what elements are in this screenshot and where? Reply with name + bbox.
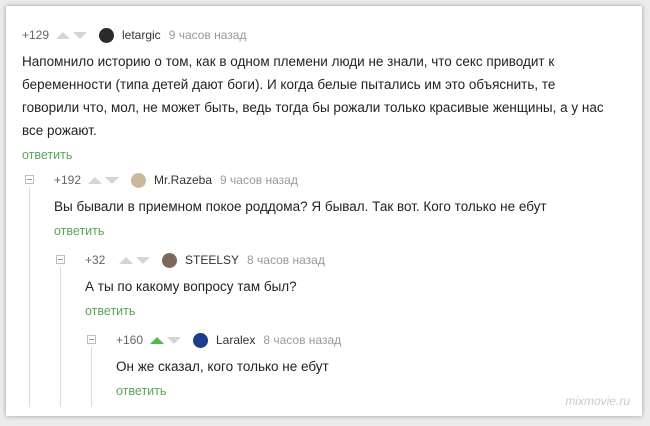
comment-text: Напомнило историю о том, как в одном пле… [22, 50, 604, 142]
username[interactable]: Laralex [216, 333, 255, 347]
comment-text-line: беременности (типа детей дают боги). И к… [22, 77, 556, 92]
reply-link[interactable]: ответить [22, 148, 604, 162]
thread-line [29, 187, 30, 407]
comment-4: +160 Laralex 8 часов назад Он же сказал,… [116, 331, 341, 398]
username[interactable]: letargic [122, 28, 161, 42]
upvote-icon[interactable] [56, 31, 70, 39]
comment-text: А ты по какому вопросу там был? [85, 279, 297, 294]
reply-link[interactable]: ответить [85, 304, 325, 318]
timestamp: 8 часов назад [263, 333, 342, 347]
downvote-icon[interactable] [105, 176, 119, 184]
collapse-toggle-icon[interactable] [87, 335, 96, 344]
thread-line [91, 347, 92, 407]
comment-3: +32 STEELSY 8 часов назад А ты по какому… [85, 251, 325, 318]
watermark: mixmovie.ru [565, 394, 630, 408]
reply-link[interactable]: ответить [116, 384, 341, 398]
rating: +160 [116, 333, 144, 347]
upvote-icon[interactable] [150, 336, 164, 344]
rating: +192 [54, 173, 82, 187]
thread-line [60, 267, 61, 407]
upvote-icon[interactable] [119, 256, 133, 264]
timestamp: 8 часов назад [247, 253, 325, 267]
comment-1: +129 letargic 9 часов назад Напомнило ис… [22, 26, 604, 162]
comments-card: +129 letargic 9 часов назад Напомнило ис… [6, 6, 642, 416]
collapse-toggle-icon[interactable] [56, 255, 65, 264]
vote-controls [119, 256, 150, 264]
vote-controls [150, 336, 181, 344]
comment-text: Вы бывали в приемном покое роддома? Я бы… [54, 199, 547, 214]
avatar[interactable] [131, 172, 146, 188]
comment-meta: +32 STEELSY 8 часов назад [85, 251, 325, 269]
username[interactable]: STEELSY [185, 253, 239, 267]
upvote-icon[interactable] [88, 176, 102, 184]
comment-meta: +129 letargic 9 часов назад [22, 26, 604, 44]
vote-controls [56, 31, 87, 39]
rating: +32 [85, 253, 106, 267]
username[interactable]: Mr.Razeba [154, 173, 212, 187]
vote-controls [88, 176, 119, 184]
reply-link[interactable]: ответить [54, 224, 547, 238]
avatar[interactable] [162, 252, 177, 268]
comment-2: +192 Mr.Razeba 9 часов назад Вы бывали в… [54, 171, 547, 238]
comment-text-line: все рожают. [22, 123, 97, 138]
timestamp: 9 часов назад [220, 173, 298, 187]
downvote-icon[interactable] [136, 256, 150, 264]
timestamp: 9 часов назад [168, 28, 247, 42]
downvote-icon[interactable] [167, 336, 181, 344]
comment-meta: +160 Laralex 8 часов назад [116, 331, 341, 349]
collapse-toggle-icon[interactable] [25, 175, 34, 184]
comment-meta: +192 Mr.Razeba 9 часов назад [54, 171, 547, 189]
comment-text-line: говорили что, мол, не может быть, ведь т… [22, 100, 604, 115]
comment-text: Он же сказал, кого только не ебут [116, 359, 329, 374]
comment-text-line: Напомнило историю о том, как в одном пле… [22, 54, 555, 69]
rating: +129 [22, 28, 50, 42]
downvote-icon[interactable] [73, 31, 87, 39]
avatar[interactable] [193, 332, 208, 348]
avatar[interactable] [99, 27, 114, 43]
